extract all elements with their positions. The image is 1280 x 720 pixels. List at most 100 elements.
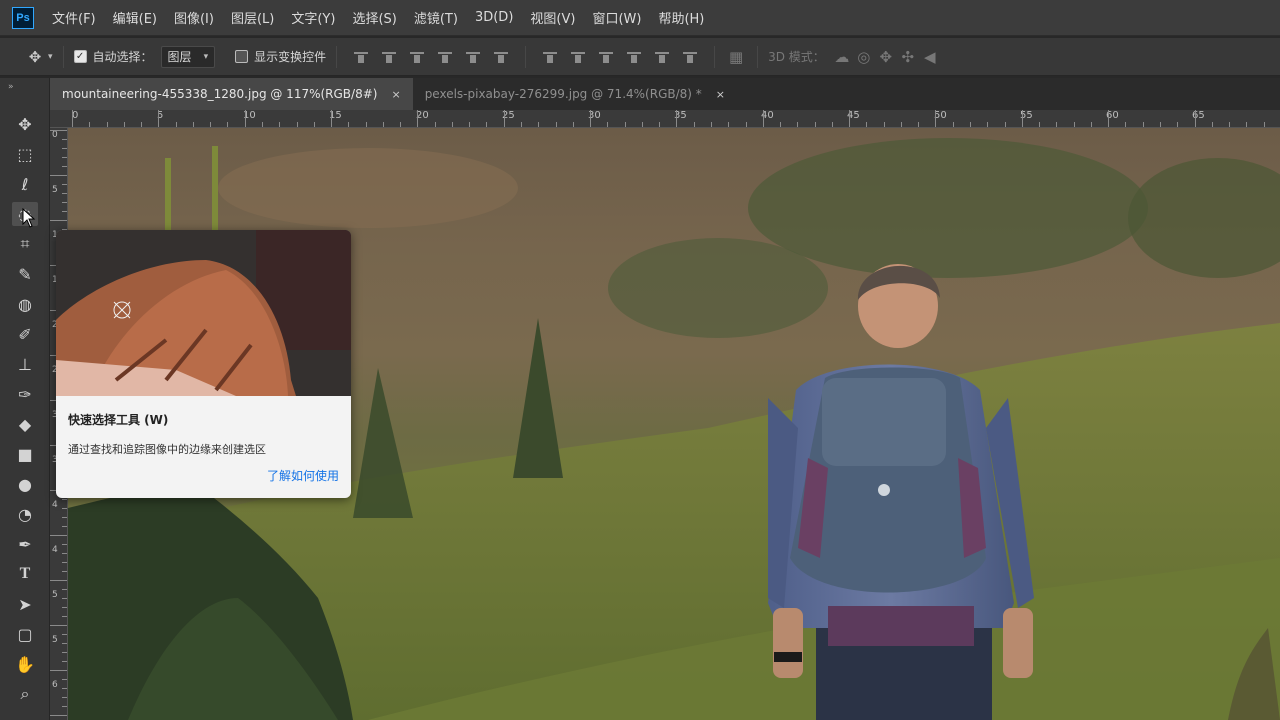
- ruler-tick: [62, 571, 67, 572]
- menu-window[interactable]: 窗口(W): [592, 8, 641, 27]
- auto-select-checkbox[interactable]: ✓: [73, 50, 87, 63]
- ruler-tick: [832, 122, 833, 127]
- ruler-tick: [1177, 122, 1178, 127]
- align-bottom-icon[interactable]: [410, 50, 425, 64]
- menu-help[interactable]: 帮助(H): [658, 8, 704, 27]
- ruler-tick: [607, 122, 608, 127]
- distribute-horizontal-center-icon[interactable]: [655, 50, 670, 64]
- align-top-icon[interactable]: [354, 50, 369, 64]
- align-right-icon[interactable]: [494, 50, 509, 64]
- ruler-tick: [62, 193, 67, 194]
- ruler-tick: [849, 110, 850, 127]
- menu-3d[interactable]: 3D(D): [475, 10, 513, 25]
- 3d-orbit-icon[interactable]: ☁: [831, 46, 853, 68]
- ruler-tick: [711, 122, 712, 127]
- distribute-top-icon[interactable]: [543, 50, 558, 64]
- gradient-tool-button[interactable]: ■: [12, 442, 38, 466]
- distribute-vertical-center-icon[interactable]: [571, 50, 586, 64]
- show-transform-checkbox[interactable]: [235, 50, 249, 63]
- move-tool-button[interactable]: ✥: [12, 112, 38, 136]
- tooltip-description: 通过查找和追踪图像中的边缘来创建选区: [68, 443, 266, 456]
- 3d-slide-icon[interactable]: ✣: [897, 46, 919, 68]
- brush-tool-button[interactable]: ✐: [12, 322, 38, 346]
- ruler-label: 5: [52, 590, 58, 600]
- align-left-icon[interactable]: [438, 50, 453, 64]
- hand-tool-button[interactable]: ✋: [12, 652, 38, 676]
- divider: [714, 45, 716, 68]
- type-tool-button[interactable]: T: [12, 562, 38, 586]
- crop-tool-button[interactable]: ⌗: [12, 232, 38, 256]
- ruler-tick: [884, 122, 885, 127]
- ruler-tick: [62, 688, 67, 689]
- auto-align-icon[interactable]: ▦: [725, 46, 747, 68]
- eyedropper-tool-button[interactable]: ✎: [12, 262, 38, 286]
- menu-bar: Ps 文件(F) 编辑(E) 图像(I) 图层(L) 文字(Y) 选择(S) 滤…: [0, 0, 1280, 36]
- 3d-pan-icon[interactable]: ✥: [875, 46, 897, 68]
- menu-layer[interactable]: 图层(L): [231, 8, 274, 27]
- tab-label: pexels-pixabay-276299.jpg @ 71.4%(RGB/8)…: [424, 87, 702, 101]
- distribute-bottom-icon[interactable]: [599, 50, 614, 64]
- 3d-roll-icon[interactable]: ◎: [853, 46, 875, 68]
- menu-edit[interactable]: 编辑(E): [113, 8, 157, 27]
- auto-select-target-dropdown[interactable]: 图层 ▾: [160, 45, 216, 68]
- tab-mountaineering[interactable]: mountaineering-455338_1280.jpg @ 117%(RG…: [50, 78, 413, 110]
- ruler-tick: [62, 148, 67, 149]
- ruler-tick: [158, 110, 159, 127]
- distribute-right-icon[interactable]: [683, 50, 698, 64]
- tab-label: mountaineering-455338_1280.jpg @ 117%(RG…: [62, 87, 378, 101]
- healing-brush-tool-button[interactable]: ◍: [12, 292, 38, 316]
- align-horizontal-center-icon[interactable]: [466, 50, 481, 64]
- menu-filter[interactable]: 滤镜(T): [414, 8, 458, 27]
- zoom-tool-button[interactable]: ⌕: [12, 682, 38, 706]
- move-tool-preset-icon[interactable]: ✥: [24, 46, 46, 68]
- eraser-tool-button[interactable]: ◆: [12, 412, 38, 436]
- close-icon[interactable]: ×: [716, 88, 725, 101]
- ruler-tick: [62, 679, 67, 680]
- tooltip-video-preview: [56, 230, 351, 396]
- menu-select[interactable]: 选择(S): [352, 8, 396, 27]
- dodge-tool-button[interactable]: ◔: [12, 502, 38, 526]
- ruler-tick: [245, 110, 246, 127]
- blur-tool-button[interactable]: ●: [12, 472, 38, 496]
- menu-file[interactable]: 文件(F): [52, 8, 96, 27]
- ruler-tick: [1160, 122, 1161, 127]
- lasso-tool-button[interactable]: ℓ: [12, 172, 38, 196]
- ruler-tick: [62, 616, 67, 617]
- ruler-tick: [50, 175, 67, 176]
- ruler-tick: [366, 122, 367, 127]
- ruler-tick: [62, 211, 67, 212]
- ruler-label: 5: [52, 635, 58, 645]
- pen-tool-button[interactable]: ✒: [12, 532, 38, 556]
- tooltip-title: 快速选择工具 (W): [68, 413, 169, 427]
- ruler-label: 65: [1192, 110, 1205, 121]
- ruler-label: 6: [52, 680, 58, 690]
- horizontal-ruler[interactable]: 0 5 10 15 20 25 30 35 40 45 50 55 60 65: [50, 110, 1280, 128]
- ruler-label: 4: [52, 500, 58, 510]
- align-vertical-center-icon[interactable]: [382, 50, 397, 64]
- ruler-tick: [348, 122, 349, 127]
- path-selection-tool-button[interactable]: ➤: [12, 592, 38, 616]
- menu-image[interactable]: 图像(I): [174, 8, 214, 27]
- distribute-left-icon[interactable]: [627, 50, 642, 64]
- divider: [525, 45, 527, 68]
- learn-how-link[interactable]: 了解如何使用: [267, 467, 339, 484]
- ruler-tick: [50, 130, 67, 131]
- ruler-tick: [62, 499, 67, 500]
- close-icon[interactable]: ×: [391, 88, 400, 101]
- auto-select-label: 自动选择：: [92, 50, 153, 64]
- ruler-tick: [62, 589, 67, 590]
- chevron-down-icon[interactable]: ▾: [48, 52, 53, 62]
- tool-tooltip: 快速选择工具 (W) 通过查找和追踪图像中的边缘来创建选区 了解如何使用: [56, 230, 351, 498]
- shape-tool-button[interactable]: ▢: [12, 622, 38, 646]
- ruler-tick: [50, 535, 67, 536]
- tab-pexels[interactable]: pexels-pixabay-276299.jpg @ 71.4%(RGB/8)…: [413, 78, 737, 110]
- menu-type[interactable]: 文字(Y): [291, 8, 335, 27]
- marquee-tool-button[interactable]: ⬚: [12, 142, 38, 166]
- ruler-tick: [1125, 122, 1126, 127]
- 3d-scale-icon[interactable]: ◀: [919, 46, 941, 68]
- panel-collapse-icon[interactable]: »: [8, 82, 14, 92]
- menu-view[interactable]: 视图(V): [530, 8, 575, 27]
- ruler-tick: [176, 122, 177, 127]
- history-brush-tool-button[interactable]: ✑: [12, 382, 38, 406]
- stamp-tool-button[interactable]: ⊥: [12, 352, 38, 376]
